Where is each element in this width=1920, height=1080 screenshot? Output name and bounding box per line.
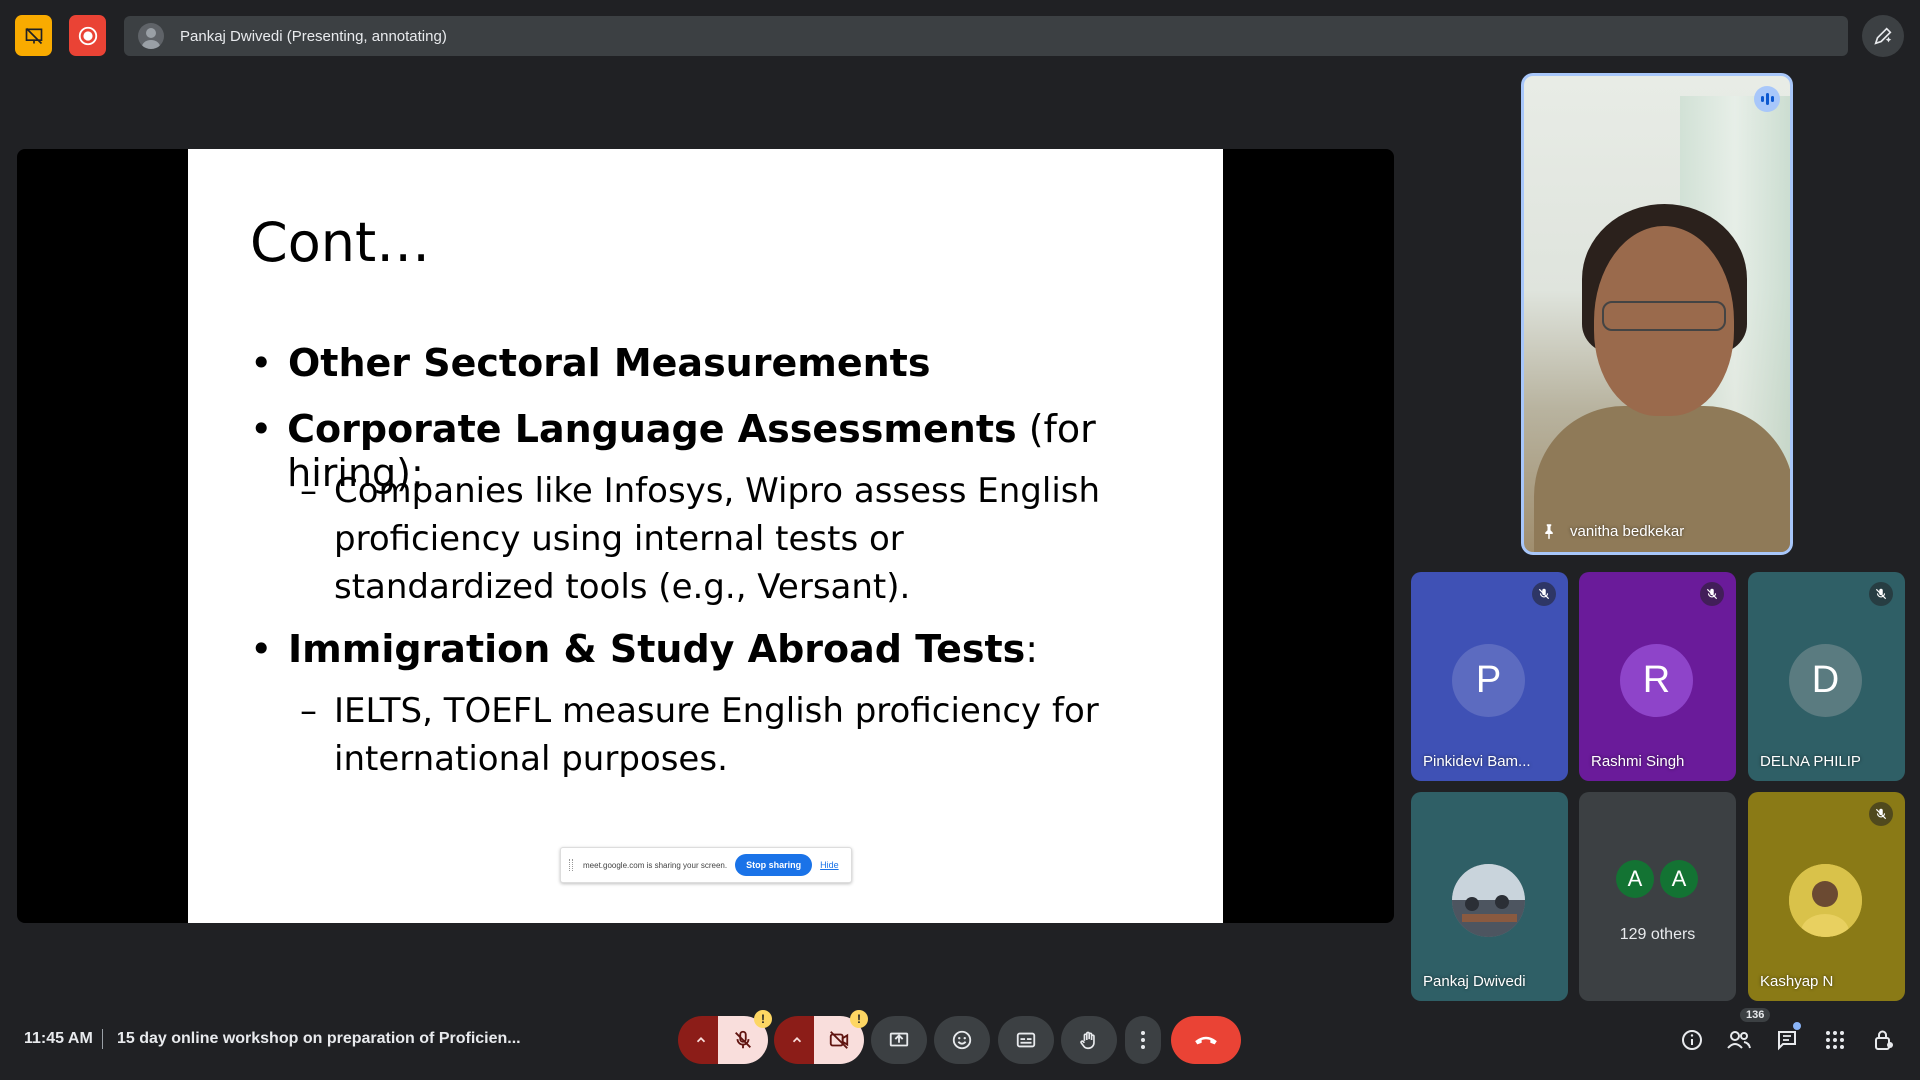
mic-off-icon bbox=[1700, 582, 1724, 606]
others-tile[interactable]: A A 129 others bbox=[1579, 792, 1736, 1001]
meeting-title: 15 day online workshop on preparation of… bbox=[117, 1030, 521, 1047]
lock-person-icon bbox=[1875, 1030, 1893, 1050]
warning-badge: ! bbox=[754, 1010, 772, 1028]
bullet-bold: Corporate Language Assessments bbox=[287, 407, 1017, 451]
pin-icon[interactable] bbox=[1540, 522, 1558, 540]
presenter-label: Pankaj Dwivedi (Presenting, annotating) bbox=[180, 27, 447, 45]
chevron-up-icon bbox=[792, 1037, 802, 1043]
chevron-up-icon bbox=[696, 1037, 706, 1043]
slide-sub-bullet: – IELTS, TOEFL measure English proficien… bbox=[300, 687, 1134, 783]
slide-sub-bullet: – Companies like Infosys, Wipro assess E… bbox=[300, 467, 1134, 611]
shared-slide: Cont… • Other Sectoral Measurements • Co… bbox=[188, 149, 1223, 923]
speaker-tile[interactable]: vanitha bedkekar bbox=[1521, 73, 1793, 555]
emoji-icon bbox=[952, 1030, 972, 1050]
activities-button[interactable] bbox=[1819, 1024, 1851, 1056]
screen-share-banner: meet.google.com is sharing your screen. … bbox=[560, 847, 852, 883]
participant-photo bbox=[1789, 864, 1862, 937]
warning-badge: ! bbox=[850, 1010, 868, 1028]
info-icon bbox=[1682, 1030, 1702, 1050]
bullet-rest: : bbox=[1025, 627, 1039, 671]
apps-grid-icon bbox=[1826, 1031, 1844, 1049]
annotate-button[interactable] bbox=[1862, 15, 1904, 57]
sub-bullet-text: IELTS, TOEFL measure English proficiency… bbox=[334, 691, 1099, 779]
participant-name: Rashmi Singh bbox=[1591, 753, 1685, 770]
bullet-bold: Other Sectoral Measurements bbox=[288, 341, 931, 385]
captions-button[interactable] bbox=[998, 1016, 1054, 1064]
stop-sharing-button[interactable]: Stop sharing bbox=[735, 854, 813, 876]
participant-count-badge: 136 bbox=[1740, 1008, 1771, 1022]
participant-tile[interactable]: Pankaj Dwivedi bbox=[1411, 792, 1568, 1001]
mic-off-icon bbox=[1532, 582, 1556, 606]
reactions-button[interactable] bbox=[934, 1016, 990, 1064]
chat-button[interactable] bbox=[1771, 1024, 1803, 1056]
sub-bullet-text: Companies like Infosys, Wipro assess Eng… bbox=[334, 471, 1101, 607]
others-avatar: A bbox=[1616, 860, 1654, 898]
more-options-button[interactable] bbox=[1125, 1016, 1161, 1064]
people-button[interactable] bbox=[1723, 1024, 1755, 1056]
participant-name: Pinkidevi Bam... bbox=[1423, 753, 1531, 770]
raise-hand-button[interactable] bbox=[1061, 1016, 1117, 1064]
meeting-details-button[interactable] bbox=[1676, 1024, 1708, 1056]
leave-call-button[interactable] bbox=[1171, 1016, 1241, 1064]
mic-off-icon bbox=[735, 1030, 751, 1049]
participant-name: Kashyap N bbox=[1760, 973, 1834, 990]
presentation-off-icon bbox=[25, 27, 42, 44]
present-screen-icon bbox=[889, 1032, 909, 1047]
speaker-name: vanitha bedkekar bbox=[1570, 523, 1685, 540]
captions-icon bbox=[1016, 1032, 1036, 1048]
share-banner-text: meet.google.com is sharing your screen. bbox=[583, 860, 728, 870]
presentation-stage: Cont… • Other Sectoral Measurements • Co… bbox=[17, 149, 1394, 923]
annotate-pen-icon bbox=[1874, 27, 1892, 45]
record-icon bbox=[78, 26, 97, 45]
end-call-icon bbox=[1195, 1036, 1217, 1045]
speaking-indicator-icon bbox=[1754, 86, 1780, 112]
bottom-divider bbox=[102, 1029, 103, 1049]
participant-name: DELNA PHILIP bbox=[1760, 753, 1861, 770]
camera-off-icon bbox=[829, 1031, 849, 1049]
recording-button[interactable] bbox=[69, 15, 106, 56]
participant-avatar: R bbox=[1620, 644, 1693, 717]
more-vert-icon bbox=[1141, 1031, 1145, 1049]
participant-photo bbox=[1452, 864, 1525, 937]
others-count-label: 129 others bbox=[1619, 926, 1696, 943]
presenter-banner: Pankaj Dwivedi (Presenting, annotating) bbox=[124, 16, 1848, 56]
presenter-avatar bbox=[138, 23, 164, 49]
others-avatar: A bbox=[1660, 860, 1698, 898]
camera-toggle-button[interactable]: ! bbox=[814, 1010, 868, 1064]
drag-handle-icon[interactable] bbox=[569, 859, 573, 871]
chat-icon bbox=[1778, 1031, 1796, 1051]
participant-tile[interactable]: D DELNA PHILIP bbox=[1748, 572, 1905, 781]
slide-bullet: • Other Sectoral Measurements bbox=[250, 341, 931, 385]
participant-name: Pankaj Dwivedi bbox=[1423, 973, 1526, 990]
bullet-bold: Immigration & Study Abroad Tests bbox=[288, 627, 1026, 671]
participant-tile[interactable]: R Rashmi Singh bbox=[1579, 572, 1736, 781]
hide-link[interactable]: Hide bbox=[820, 860, 839, 870]
meeting-time: 11:45 AM bbox=[24, 1030, 93, 1047]
people-icon bbox=[1727, 1031, 1751, 1049]
speaker-video-glasses bbox=[1602, 301, 1726, 331]
others-avatars: A A bbox=[1616, 860, 1698, 898]
raise-hand-icon bbox=[1080, 1031, 1095, 1050]
participant-tile[interactable]: P Pinkidevi Bam... bbox=[1411, 572, 1568, 781]
presentation-off-button[interactable] bbox=[15, 15, 52, 56]
present-screen-button[interactable] bbox=[871, 1016, 927, 1064]
host-controls-button[interactable] bbox=[1867, 1024, 1899, 1056]
mic-off-icon bbox=[1869, 802, 1893, 826]
participant-avatar: D bbox=[1789, 644, 1862, 717]
slide-bullet: • Immigration & Study Abroad Tests: bbox=[250, 627, 1039, 671]
microphone-toggle-button[interactable]: ! bbox=[718, 1010, 772, 1064]
participant-avatar: P bbox=[1452, 644, 1525, 717]
mic-off-icon bbox=[1869, 582, 1893, 606]
participant-tile[interactable]: Kashyap N bbox=[1748, 792, 1905, 1001]
slide-title: Cont… bbox=[250, 211, 431, 274]
